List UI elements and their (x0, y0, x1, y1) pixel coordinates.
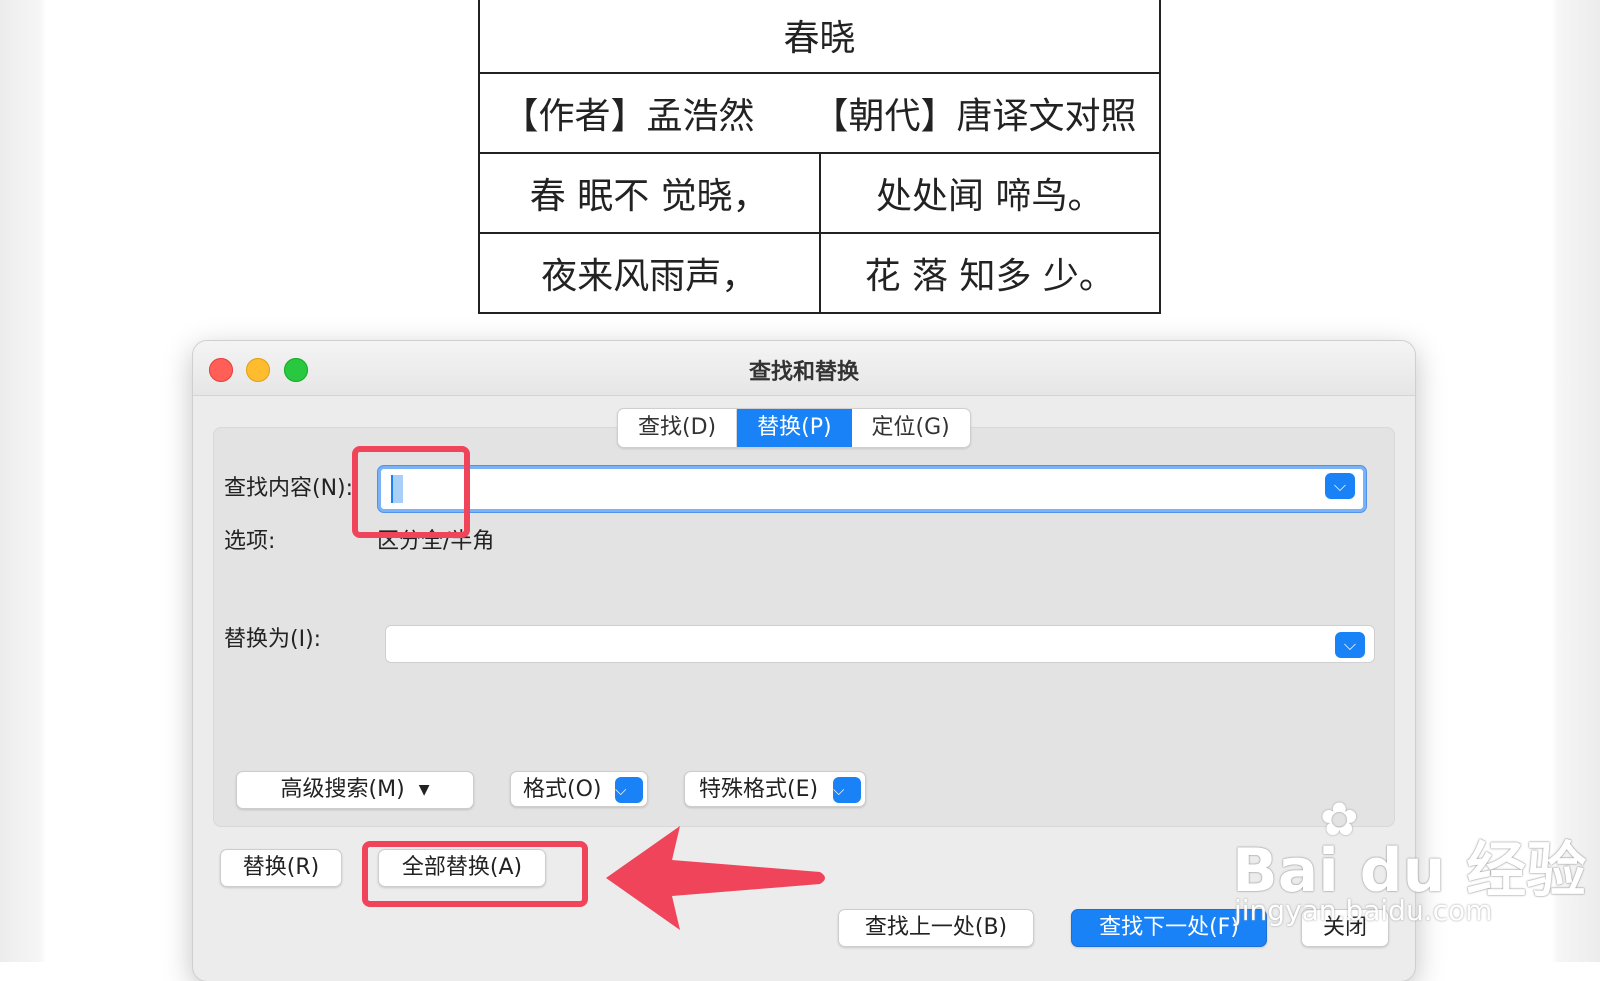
double-chevron-down-icon: ▼ (418, 782, 430, 798)
highlight-box-replace-all (362, 841, 588, 907)
poem-title: 春晓 (478, 0, 1161, 74)
special-format-label: 特殊格式(E) (699, 777, 819, 802)
find-label: 查找内容(N): (224, 476, 354, 501)
poem-line: 花 落 知多 少。 (818, 232, 1161, 314)
chevron-down-icon: ⌵ (615, 777, 643, 803)
chevron-down-icon[interactable]: ⌵ (1325, 473, 1355, 499)
poem-table: 春晓 【作者】孟浩然 【朝代】唐译文对照 春 眠不 觉晓， 处处闻 啼鸟。 夜来风… (478, 0, 1161, 314)
format-button[interactable]: 格式(O) ⌵ (510, 771, 648, 807)
poem-line: 夜来风雨声， (478, 232, 821, 314)
special-format-button[interactable]: 特殊格式(E) ⌵ (684, 771, 866, 807)
find-previous-button[interactable]: 查找上一处(B) (838, 909, 1034, 947)
poem-dynasty: 【朝代】唐译文对照 (812, 96, 1137, 137)
tab-replace[interactable]: 替换(P) (736, 409, 852, 447)
poem-meta: 【作者】孟浩然 【朝代】唐译文对照 (478, 72, 1161, 154)
tab-find[interactable]: 查找(D) (618, 409, 736, 447)
replace-label: 替换为(I): (224, 627, 322, 652)
advanced-search-button[interactable]: 高级搜索(M) ▼ (236, 771, 474, 809)
find-input[interactable]: ⌵ (378, 466, 1366, 512)
poem-line: 春 眠不 觉晓， (478, 152, 821, 234)
dialog-tabs: 查找(D) 替换(P) 定位(G) (617, 408, 971, 448)
chevron-down-icon: ⌵ (833, 777, 861, 803)
dialog-titlebar[interactable]: 查找和替换 (193, 341, 1415, 396)
watermark-url: jingyan.baidu.com (1234, 894, 1493, 927)
dialog-title: 查找和替换 (748, 360, 859, 385)
poem-author: 【作者】孟浩然 (502, 96, 755, 137)
arrow-left-icon (606, 826, 825, 930)
chevron-down-icon[interactable]: ⌵ (1335, 632, 1365, 658)
options-label: 选项: (224, 529, 276, 554)
replace-button[interactable]: 替换(R) (220, 849, 342, 887)
advanced-search-label: 高级搜索(M) (280, 777, 405, 802)
highlight-box-find-field (352, 446, 470, 538)
tab-goto[interactable]: 定位(G) (852, 409, 970, 447)
format-label: 格式(O) (523, 777, 602, 802)
poem-line: 处处闻 啼鸟。 (818, 152, 1161, 234)
replace-input[interactable]: ⌵ (385, 625, 1375, 663)
